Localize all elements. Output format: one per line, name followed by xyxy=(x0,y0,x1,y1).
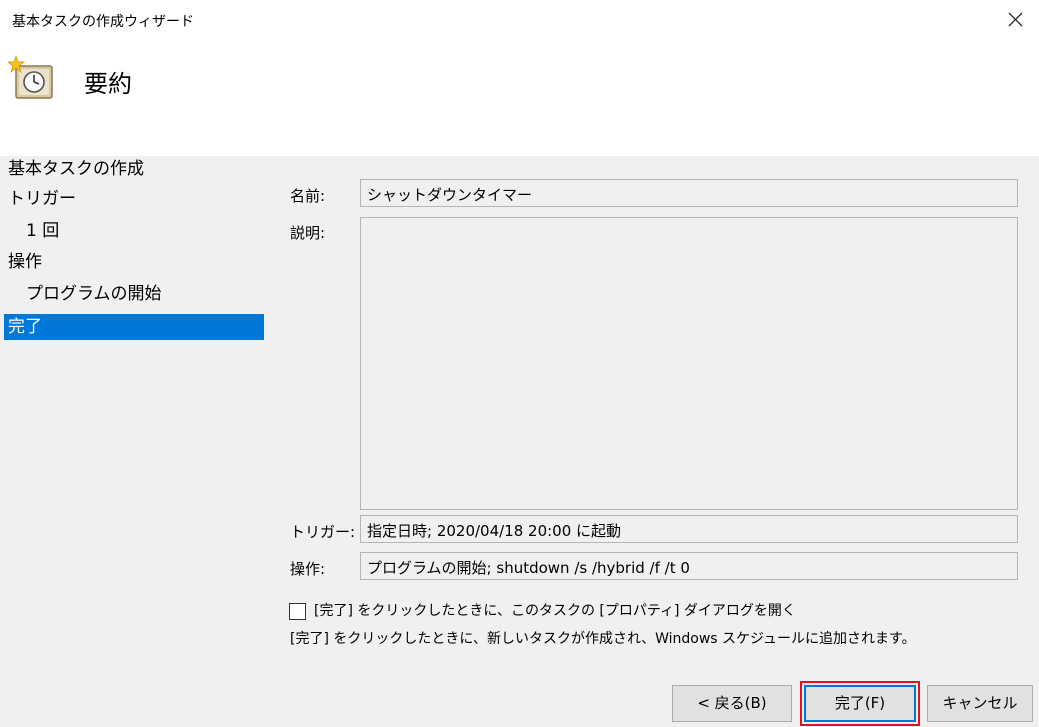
nav-item-one-time[interactable]: 1 回 xyxy=(4,218,264,244)
window-title: 基本タスクの作成ウィザード xyxy=(12,14,194,30)
description-label: 説明: xyxy=(290,224,326,242)
open-properties-checkbox[interactable] xyxy=(289,603,306,620)
page-heading: 要約 xyxy=(84,70,132,98)
name-field[interactable]: シャットダウンタイマー xyxy=(360,179,1018,207)
nav-item-create-basic-task[interactable]: 基本タスクの作成 xyxy=(4,156,264,182)
cancel-button[interactable]: キャンセル xyxy=(927,685,1033,722)
finish-note: [完了] をクリックしたときに、新しいタスクが作成され、Windows スケジュ… xyxy=(290,631,916,647)
name-label: 名前: xyxy=(290,187,326,205)
close-button[interactable] xyxy=(1000,6,1030,34)
description-field[interactable] xyxy=(360,217,1018,510)
close-icon xyxy=(1008,12,1023,27)
open-properties-label[interactable]: [完了] をクリックしたときに、このタスクの [プロパティ] ダイアログを開く xyxy=(314,600,796,620)
action-field[interactable]: プログラムの開始; shutdown /s /hybrid /f /t 0 xyxy=(360,552,1018,580)
title-bar: 基本タスクの作成ウィザード xyxy=(0,0,1039,40)
finish-button[interactable]: 完了(F) xyxy=(800,681,920,726)
wizard-header: 要約 xyxy=(0,40,1039,156)
nav-item-trigger[interactable]: トリガー xyxy=(4,186,264,212)
trigger-label: トリガー: xyxy=(290,523,356,541)
nav-item-finish[interactable]: 完了 xyxy=(4,314,264,340)
nav-item-action[interactable]: 操作 xyxy=(4,249,264,275)
back-button[interactable]: < 戻る(B) xyxy=(672,685,792,722)
wizard-body: 基本タスクの作成 トリガー 1 回 操作 プログラムの開始 完了 名前: シャッ… xyxy=(0,156,1039,727)
scheduled-task-clock-icon xyxy=(6,54,56,102)
trigger-field[interactable]: 指定日時; 2020/04/18 20:00 に起動 xyxy=(360,515,1018,543)
nav-item-start-program[interactable]: プログラムの開始 xyxy=(4,281,264,307)
action-label: 操作: xyxy=(290,560,326,578)
